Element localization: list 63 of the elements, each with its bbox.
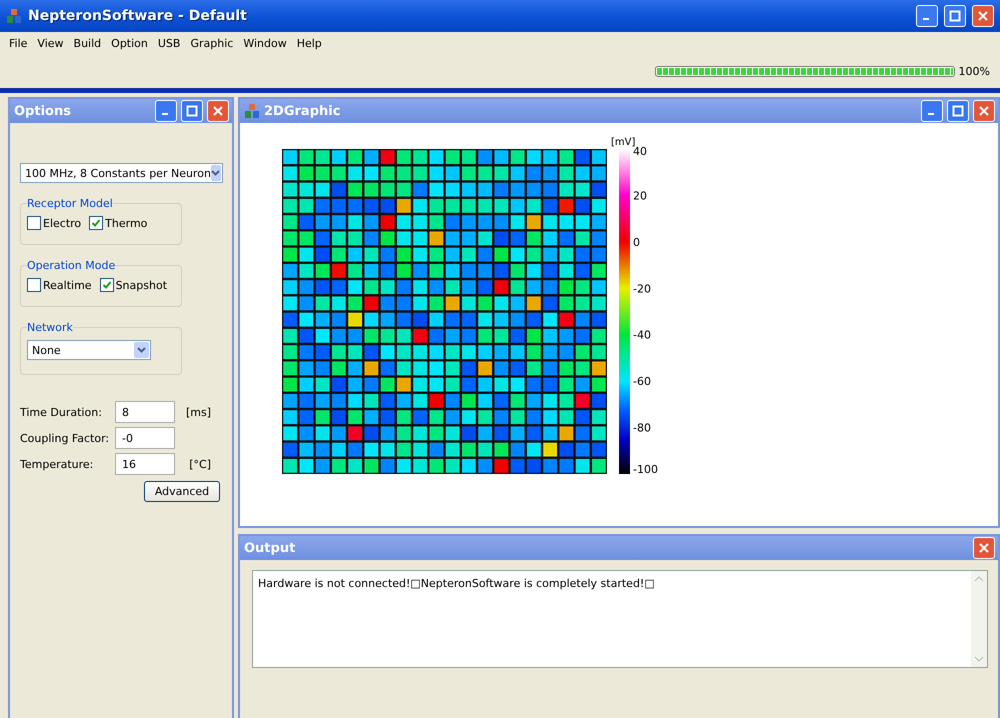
colorbar-unit: [mV]	[611, 137, 636, 148]
unit-label: [ms]	[184, 406, 211, 418]
menu-item[interactable]: USB	[152, 36, 186, 50]
colorbar-tick: 0	[633, 236, 640, 249]
checkbox[interactable]: Thermo	[89, 216, 148, 230]
minimize-icon[interactable]	[921, 100, 943, 122]
menu-item[interactable]: Option	[106, 36, 153, 50]
checkbox-label: Electro	[43, 216, 82, 230]
checkbox[interactable]: Snapshot	[100, 278, 168, 292]
app-icon	[6, 8, 22, 24]
maximize-icon[interactable]	[181, 100, 203, 122]
colorbar-tick: -100	[633, 463, 658, 476]
menu-item[interactable]: Graphic	[185, 36, 238, 50]
panel-title: Output	[244, 540, 296, 556]
maximize-icon[interactable]	[947, 100, 969, 122]
checkbox-box[interactable]	[89, 216, 104, 230]
colorbar-tick: -60	[633, 375, 651, 388]
group-title: Operation Mode	[27, 259, 116, 272]
field-label: Time Duration:	[20, 406, 103, 418]
caret-icon	[210, 165, 221, 181]
network-dropdown[interactable]: None	[27, 340, 151, 360]
checkbox[interactable]: Realtime	[27, 278, 92, 292]
group-title: Receptor Model	[27, 197, 113, 210]
progress-reading: 100%	[958, 64, 990, 78]
app-icon	[244, 103, 260, 119]
menu-item[interactable]: Window	[238, 36, 292, 50]
checkbox-box[interactable]	[27, 278, 41, 292]
colorbar-tick: -40	[633, 328, 651, 342]
field-label: Coupling Factor:	[20, 432, 110, 444]
checkbox-label: Snapshot	[116, 278, 168, 292]
minimize-icon[interactable]	[155, 100, 177, 122]
close-icon[interactable]	[972, 5, 994, 27]
caret-icon	[134, 342, 149, 358]
window-title: NepteronSoftware - Default	[28, 8, 248, 24]
close-icon[interactable]	[207, 100, 229, 122]
minimize-icon[interactable]	[916, 5, 938, 27]
colorbar-tick: -20	[633, 282, 651, 296]
checkbox-label: Thermo	[105, 216, 148, 230]
input-field[interactable]: -0	[115, 427, 175, 449]
maximize-icon[interactable]	[944, 5, 966, 27]
colorbar-tick: -80	[633, 422, 651, 435]
input-field[interactable]: 8	[115, 401, 175, 423]
menu-item[interactable]: File	[4, 36, 32, 50]
checkbox-box[interactable]	[100, 278, 114, 292]
advanced-button[interactable]: Advanced	[144, 481, 220, 502]
checkbox[interactable]: Electro	[27, 216, 82, 230]
input-field[interactable]: 16	[115, 453, 175, 475]
colorbar-tick: 20	[633, 189, 647, 202]
close-icon[interactable]	[973, 100, 995, 122]
close-icon[interactable]	[973, 537, 995, 559]
field-label: Temperature:	[20, 458, 94, 470]
group-title: Network	[27, 321, 73, 334]
menu-item[interactable]: View	[32, 36, 69, 50]
menu-item[interactable]: Help	[292, 36, 327, 50]
checkbox-box[interactable]	[27, 216, 41, 230]
checkbox-label: Realtime	[43, 278, 92, 292]
panel-title: Options	[14, 104, 72, 118]
unit-label: [°C]	[188, 458, 211, 470]
log-text: Hardware is not connected!□NepteronSoftware is completely started!□	[257, 576, 656, 592]
clock-dropdown[interactable]: 100 MHz, 8 Constants per Neuron	[20, 163, 223, 183]
colorbar-tick: 40	[633, 145, 647, 158]
menu-item[interactable]: Build	[68, 36, 106, 50]
panel-title: 2DGraphic	[264, 104, 342, 118]
